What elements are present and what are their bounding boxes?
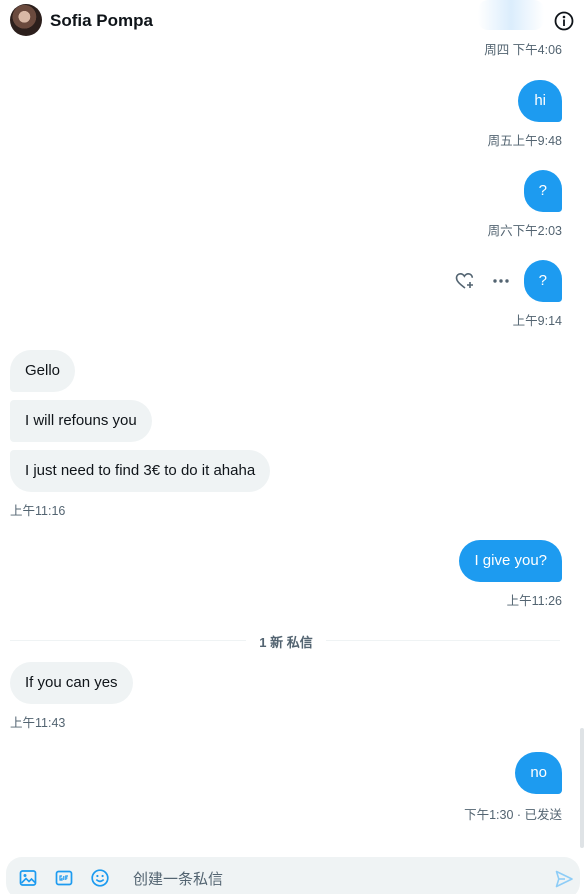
more-options-icon[interactable] — [490, 270, 512, 292]
incoming-message[interactable]: I just need to find 3€ to do it ahaha — [10, 450, 271, 492]
header-highlight — [478, 0, 544, 30]
contact-name[interactable]: Sofia Pompa — [50, 11, 153, 31]
outgoing-message[interactable]: hi — [518, 80, 562, 122]
message-composer: 创建一条私信 — [6, 857, 580, 894]
message-status: 下午1:30 · 已发送 — [464, 808, 562, 822]
outgoing-message[interactable]: ? — [523, 170, 562, 212]
outgoing-message[interactable]: ? — [523, 260, 562, 302]
new-messages-divider: 1 新 私信 — [250, 632, 322, 651]
gif-icon[interactable] — [54, 868, 74, 888]
outgoing-message[interactable]: I give you? — [459, 540, 562, 582]
emoji-icon[interactable] — [90, 868, 110, 888]
message-timestamp: 周五上午9:48 — [487, 134, 562, 148]
divider-line — [326, 640, 560, 641]
scrollbar-thumb[interactable] — [580, 728, 584, 848]
image-icon[interactable] — [18, 868, 38, 888]
message-input[interactable]: 创建一条私信 — [133, 868, 223, 889]
send-icon[interactable] — [553, 868, 575, 890]
conversation-thread: 周四 下午4:06 hi 周五上午9:48 ? 周六下午2:03 ? 上午9:1… — [0, 0, 584, 850]
message-timestamp: 上午11:16 — [10, 504, 66, 518]
message-timestamp: 上午11:26 — [506, 594, 562, 608]
scrollbar[interactable] — [580, 0, 584, 850]
message-timestamp: 周六下午2:03 — [487, 224, 562, 238]
divider-line — [10, 640, 246, 641]
outgoing-message[interactable]: no — [515, 752, 562, 794]
conversation-header: Sofia Pompa — [0, 0, 584, 42]
message-timestamp: 上午9:14 — [512, 314, 562, 328]
incoming-message[interactable]: Gello — [10, 350, 76, 392]
message-timestamp: 上午11:43 — [10, 716, 66, 730]
incoming-message[interactable]: I will refouns you — [10, 400, 152, 442]
incoming-message[interactable]: If you can yes — [10, 662, 133, 704]
avatar[interactable] — [10, 4, 42, 36]
message-actions — [454, 270, 518, 292]
react-heart-icon[interactable] — [454, 270, 476, 292]
info-icon[interactable] — [553, 10, 575, 32]
